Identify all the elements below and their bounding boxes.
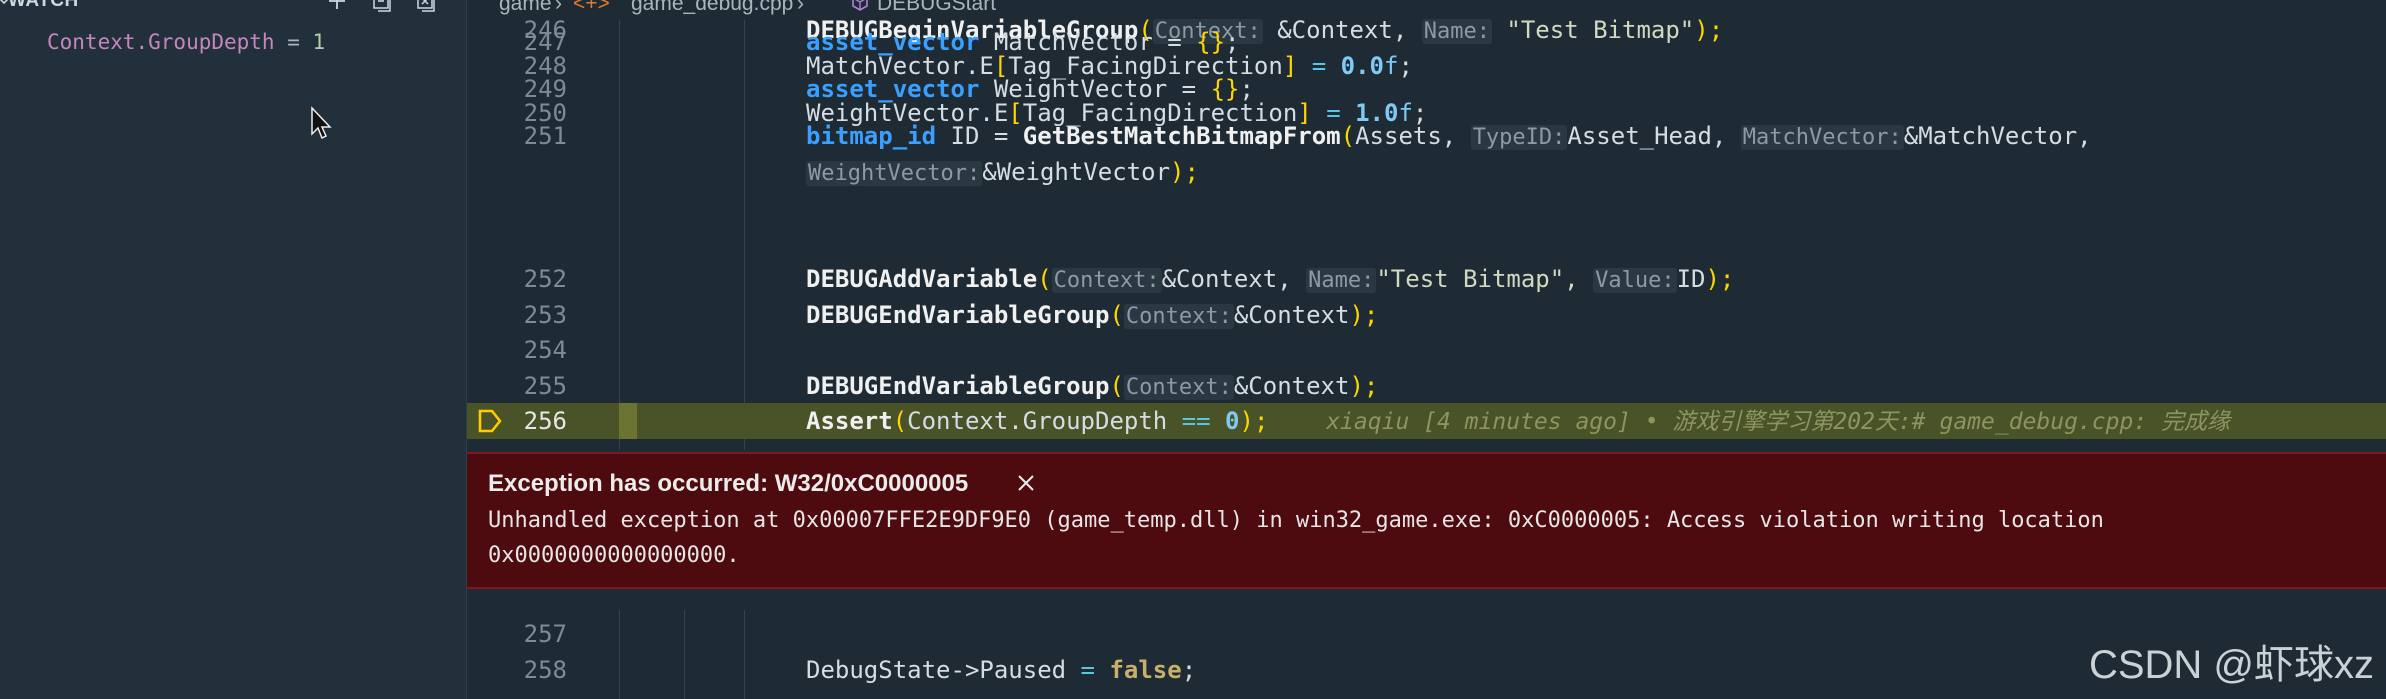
line-number: 256: [523, 407, 567, 435]
inlay-hint: TypeID:: [1470, 125, 1568, 150]
argument: Assets,: [1355, 122, 1471, 150]
symbol-method-icon: [852, 0, 868, 11]
function-name: DEBUGAddVariable: [806, 265, 1038, 293]
argument: &Context: [1233, 301, 1350, 329]
watch-section-header[interactable]: WATCH: [0, 0, 466, 16]
collapse-all-icon[interactable]: [372, 0, 394, 14]
code-text: DebugState->Paused = false;: [806, 652, 1196, 688]
exception-title: Exception has occurred: W32/0xC0000005: [488, 470, 969, 497]
argument: &WeightVector: [982, 158, 1171, 186]
line-number: 258: [523, 656, 567, 684]
debug-sidebar: WATCH Context.GroupDepth = 1: [0, 0, 467, 699]
semicolon: ;: [1181, 656, 1197, 684]
watch-expression-equals: =: [274, 30, 313, 54]
exception-message-line1: Unhandled exception at 0x00007FFE2E9DF9E…: [488, 508, 2104, 533]
code-text: DEBUGEndVariableGroup(Context:&Context);: [806, 368, 1378, 406]
paren-close: );: [1349, 372, 1379, 400]
code-text: DEBUGAddVariable(Context:&Context, Name:…: [806, 261, 1734, 299]
paren: (: [1109, 301, 1124, 329]
paren: (: [892, 407, 908, 435]
line-number: 252: [523, 265, 567, 293]
line-number: 255: [523, 372, 567, 400]
argument: ID: [1676, 265, 1706, 293]
close-icon[interactable]: [1015, 472, 1037, 494]
git-blame-annotation: xiaqiu [4 minutes ago] • 游戏引擎学习第202天:# g…: [1326, 409, 2231, 435]
argument: Asset_Head,: [1567, 122, 1741, 150]
code-editor[interactable]: game › <+> game_debug.cpp › DEBUGStart 2…: [467, 0, 2386, 699]
code-line-wrapped[interactable]: WeightVector:&WeightVector);: [467, 154, 2386, 190]
number-literal: 0: [1225, 407, 1240, 435]
paren-close: );: [1239, 407, 1269, 435]
paren-close: );: [1349, 301, 1379, 329]
add-icon[interactable]: [326, 0, 348, 14]
inlay-hint: Context:: [1123, 375, 1234, 400]
mouse-cursor-icon: [311, 106, 332, 140]
paren-close: );: [1705, 265, 1735, 293]
function-name: DEBUGEndVariableGroup: [806, 372, 1110, 400]
inlay-hint: Name:: [1306, 268, 1377, 293]
string-literal: "Test Bitmap",: [1376, 265, 1594, 293]
exception-widget: Exception has occurred: W32/0xC0000005 U…: [467, 452, 2386, 589]
code-text: Assert(Context.GroupDepth == 0); xiaqiu …: [806, 403, 2230, 440]
code-text: WeightVector:&WeightVector);: [806, 154, 1199, 192]
inlay-hint: Context:: [1051, 268, 1162, 293]
code-line-current[interactable]: 256 Assert(Context.GroupDepth == 0); xia…: [467, 403, 2386, 439]
watch-expression-row[interactable]: Context.GroupDepth = 1: [47, 30, 325, 54]
operator: ==: [1167, 407, 1226, 435]
paren: (: [1340, 122, 1356, 150]
line-number: 251: [523, 122, 567, 150]
function-name: Assert: [806, 407, 893, 435]
inlay-hint: Value:: [1593, 268, 1677, 293]
declaration: ID =: [936, 122, 1023, 150]
line-number: 257: [523, 620, 567, 648]
function-name: DEBUGEndVariableGroup: [806, 301, 1110, 329]
code-line[interactable]: 252 DEBUGAddVariable(Context:&Context, N…: [467, 261, 2386, 297]
argument: &Context: [1233, 372, 1350, 400]
code-line[interactable]: 254: [467, 332, 2386, 368]
inlay-hint: WeightVector:: [806, 161, 983, 186]
code-text: bitmap_id ID = GetBestMatchBitmapFrom(As…: [806, 118, 2092, 156]
watermark: CSDN @虾球xz: [2088, 643, 2374, 687]
line-number: 253: [523, 301, 567, 329]
exception-message-line2: 0x0000000000000000.: [488, 543, 740, 568]
paren-close: );: [1170, 158, 1199, 186]
remove-all-icon[interactable]: [416, 0, 438, 14]
watch-expression-value: 1: [312, 30, 326, 54]
member-access: DebugState->Paused: [806, 656, 1067, 684]
argument: &Context,: [1161, 265, 1307, 293]
code-line[interactable]: 253 DEBUGEndVariableGroup(Context:&Conte…: [467, 297, 2386, 333]
inlay-hint: MatchVector:: [1740, 125, 1904, 150]
boolean-literal: false: [1109, 656, 1182, 684]
code-line[interactable]: 255 DEBUGEndVariableGroup(Context:&Conte…: [467, 368, 2386, 404]
code-text: DEBUGEndVariableGroup(Context:&Context);: [806, 297, 1378, 335]
argument: Context.GroupDepth: [907, 407, 1168, 435]
type-keyword: bitmap_id: [806, 122, 937, 150]
operator: =: [1066, 656, 1110, 684]
inlay-hint: Context:: [1123, 304, 1234, 329]
paren: (: [1109, 372, 1124, 400]
watch-title: WATCH: [8, 0, 79, 11]
paren: (: [1037, 265, 1052, 293]
argument: &MatchVector,: [1903, 122, 2092, 150]
watch-expression-name: Context.GroupDepth: [47, 30, 275, 54]
function-name: GetBestMatchBitmapFrom: [1022, 122, 1341, 150]
line-number: 254: [523, 336, 567, 364]
